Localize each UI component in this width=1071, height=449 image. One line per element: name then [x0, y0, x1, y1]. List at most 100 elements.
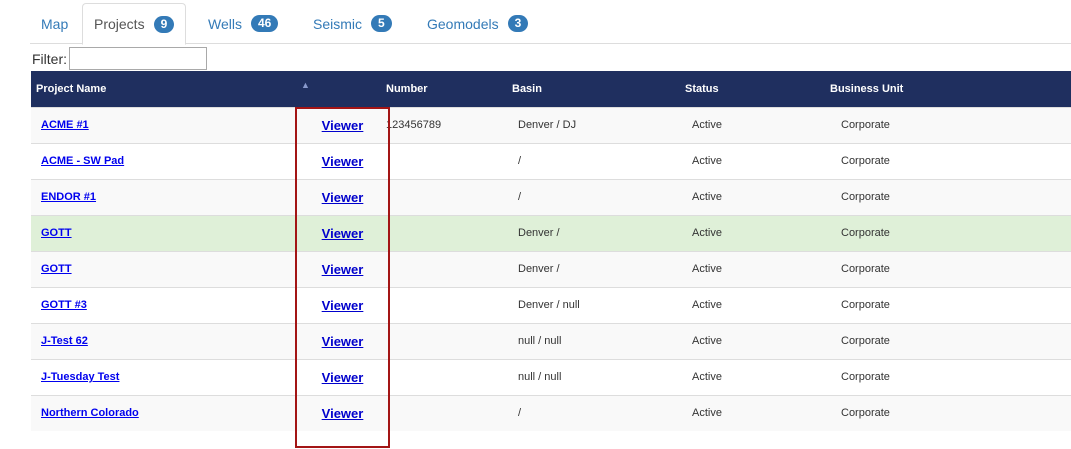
viewer-link[interactable]: Viewer: [322, 334, 364, 349]
project-name-link[interactable]: J-Test 62: [41, 335, 88, 347]
cell-business-unit: Corporate: [766, 286, 1071, 323]
cell-number: [390, 178, 481, 215]
cell-project-name: GOTT: [31, 214, 295, 251]
column-header-status-label: Status: [685, 82, 719, 95]
cell-business-unit: Corporate: [766, 358, 1071, 395]
column-header-project-name[interactable]: Project Name ▲: [31, 71, 310, 107]
cell-business-unit: Corporate: [766, 250, 1071, 287]
cell-project-name: GOTT #3: [31, 286, 295, 323]
cell-number: [390, 142, 481, 179]
filter-input[interactable]: [69, 47, 207, 70]
tab-geomodels-label: Geomodels: [427, 15, 499, 32]
cell-business-unit: Corporate: [766, 142, 1071, 179]
cell-status: Active: [621, 358, 766, 395]
project-number: 123456789: [386, 119, 442, 131]
project-status: Active: [692, 119, 722, 131]
tab-projects-label: Projects: [94, 16, 145, 32]
cell-viewer: Viewer: [295, 178, 390, 215]
project-business-unit: Corporate: [841, 371, 890, 383]
cell-project-name: ACME #1: [31, 106, 295, 143]
filter-row: Filter:: [32, 46, 207, 71]
cell-status: Active: [621, 178, 766, 215]
tab-projects[interactable]: Projects 9: [82, 3, 187, 45]
tab-wells[interactable]: Wells 46: [197, 3, 289, 44]
cell-basin: /: [481, 178, 621, 215]
project-basin: Denver /: [518, 263, 560, 275]
cell-number: 123456789: [386, 106, 481, 143]
cell-business-unit: Corporate: [766, 394, 1071, 431]
project-name-link[interactable]: Northern Colorado: [41, 407, 139, 419]
cell-basin: null / null: [481, 358, 621, 395]
viewer-link[interactable]: Viewer: [322, 298, 364, 313]
project-status: Active: [692, 155, 722, 167]
project-name-link[interactable]: ACME - SW Pad: [41, 155, 124, 167]
project-basin: /: [518, 155, 522, 167]
cell-number: [390, 358, 481, 395]
viewer-link[interactable]: Viewer: [322, 370, 364, 385]
table-row[interactable]: ACME #1 Viewer 123456789 Denver / DJ Active C…: [31, 106, 1071, 143]
table-row[interactable]: J-Tuesday Test Viewer null / null Active Cor…: [31, 358, 1071, 395]
tab-wells-label: Wells: [208, 15, 242, 32]
table-row[interactable]: ACME - SW Pad Viewer / Active Corporate: [31, 142, 1071, 179]
project-business-unit: Corporate: [841, 263, 890, 275]
cell-status: Active: [621, 286, 766, 323]
project-basin: Denver /: [518, 227, 560, 239]
column-header-business-unit-label: Business Unit: [830, 82, 904, 95]
tab-geomodels[interactable]: Geomodels 3: [416, 3, 539, 44]
tab-seismic-label: Seismic: [313, 15, 363, 32]
project-name-link[interactable]: GOTT: [41, 227, 72, 239]
cell-basin: Denver / DJ: [481, 106, 621, 143]
project-basin: /: [518, 407, 522, 420]
cell-status: Active: [621, 214, 766, 251]
column-header-basin[interactable]: Basin: [481, 71, 621, 107]
cell-basin: Denver /: [481, 250, 621, 287]
tab-seismic[interactable]: Seismic 5: [302, 3, 403, 44]
column-header-status[interactable]: Status: [621, 71, 766, 107]
tab-map[interactable]: Map: [30, 3, 79, 44]
project-name-link[interactable]: ACME #1: [41, 119, 89, 131]
cell-basin: Denver /: [481, 214, 621, 251]
project-business-unit: Corporate: [841, 119, 890, 131]
table-row[interactable]: ENDOR #1 Viewer / Active Corporate: [31, 178, 1071, 215]
project-name-link[interactable]: GOTT #3: [41, 299, 87, 311]
cell-basin: null / null: [481, 322, 621, 359]
cell-number: [390, 322, 481, 359]
project-name-link[interactable]: J-Tuesday Test: [41, 371, 119, 383]
column-header-number-label: Number: [386, 82, 428, 95]
cell-number: [390, 250, 481, 287]
cell-project-name: ENDOR #1: [31, 178, 295, 215]
cell-status: Active: [621, 106, 766, 143]
project-status: Active: [692, 335, 722, 347]
viewer-link[interactable]: Viewer: [322, 154, 364, 169]
tab-geomodels-count-badge: 3: [507, 15, 529, 32]
project-business-unit: Corporate: [841, 227, 890, 239]
table-row[interactable]: Northern Colorado Viewer / Active Corporate: [31, 394, 1071, 431]
viewer-link[interactable]: Viewer: [322, 406, 364, 421]
project-status: Active: [692, 299, 722, 311]
cell-project-name: GOTT: [31, 250, 295, 287]
tab-bar: Map Projects 9 Wells 46 Seismic 5 Geomod…: [30, 3, 1071, 45]
column-header-business-unit[interactable]: Business Unit: [766, 71, 1071, 107]
table-row[interactable]: GOTT Viewer Denver / Active Corporate: [31, 250, 1071, 287]
viewer-link[interactable]: Viewer: [322, 262, 364, 277]
project-name-link[interactable]: GOTT: [41, 263, 72, 275]
project-basin: Denver / null: [518, 299, 580, 311]
table-row[interactable]: J-Test 62 Viewer null / null Active Corporat…: [31, 322, 1071, 359]
cell-business-unit: Corporate: [766, 214, 1071, 251]
project-name-link[interactable]: ENDOR #1: [41, 191, 96, 203]
table-row[interactable]: GOTT Viewer Denver / Active Corporate: [31, 214, 1071, 251]
viewer-link[interactable]: Viewer: [322, 118, 364, 133]
project-status: Active: [692, 407, 722, 420]
filter-label: Filter:: [32, 50, 67, 67]
column-header-number[interactable]: Number: [386, 71, 481, 107]
project-business-unit: Corporate: [841, 191, 890, 203]
viewer-link[interactable]: Viewer: [322, 190, 364, 205]
viewer-link[interactable]: Viewer: [322, 226, 364, 241]
project-basin: Denver / DJ: [518, 119, 577, 131]
cell-business-unit: Corporate: [766, 178, 1071, 215]
cell-viewer: Viewer: [295, 142, 390, 179]
table-header-row: Project Name ▲ Number Basin Status Busin…: [31, 71, 1071, 107]
table-row[interactable]: GOTT #3 Viewer Denver / null Active Corporat…: [31, 286, 1071, 323]
cell-project-name: ACME - SW Pad: [31, 142, 295, 179]
cell-project-name: J-Test 62: [31, 322, 295, 359]
